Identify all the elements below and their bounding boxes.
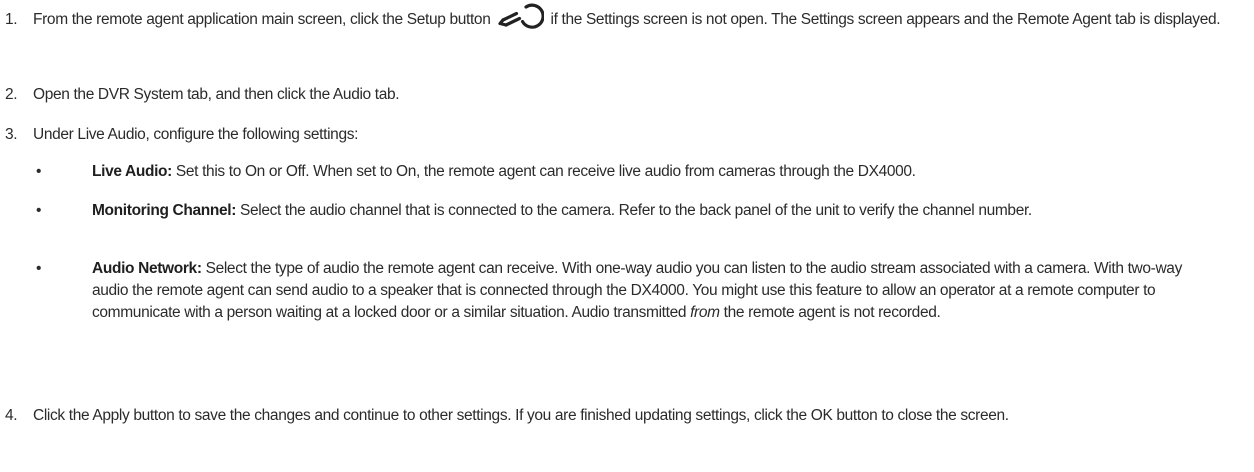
step-text-before-icon: From the remote agent application main s… — [33, 11, 491, 28]
setting-term: Audio Network: — [92, 260, 202, 277]
step-number: 1. — [5, 11, 18, 28]
step-number: 2. — [5, 86, 18, 103]
bullet-marker: • — [36, 163, 42, 180]
bullet-marker: • — [36, 260, 42, 277]
setting-description: Set this to On or Off. When set to On, t… — [171, 163, 916, 180]
step-text: Open the DVR System tab, and then click … — [33, 86, 400, 103]
emphasized-word: from — [690, 304, 720, 321]
bullet-marker: • — [36, 202, 42, 219]
bullet-text: Monitoring Channel: Select the audio cha… — [92, 200, 1222, 222]
setting-term: Live Audio: — [92, 163, 172, 180]
setting-description: Select the audio channel that is connect… — [236, 202, 1032, 219]
step-number: 4. — [5, 407, 18, 424]
setup-wrench-icon — [496, 0, 546, 29]
step-text: Click the Apply button to save the chang… — [33, 407, 1009, 424]
bullet-text: Audio Network: Select the type of audio … — [92, 258, 1222, 324]
setting-description-end: the remote agent is not recorded. — [719, 304, 941, 321]
step-text-after-icon: if the Settings screen is not open. The … — [550, 11, 1221, 28]
step-text: From the remote agent application main s… — [33, 3, 1233, 31]
bullet-text: Live Audio: Set this to On or Off. When … — [92, 161, 1222, 183]
setting-term: Monitoring Channel: — [92, 202, 237, 219]
step-number: 3. — [5, 126, 18, 143]
setting-description: Select the type of audio the remote agen… — [92, 260, 1182, 321]
step-text: Under Live Audio, configure the followin… — [33, 126, 359, 143]
